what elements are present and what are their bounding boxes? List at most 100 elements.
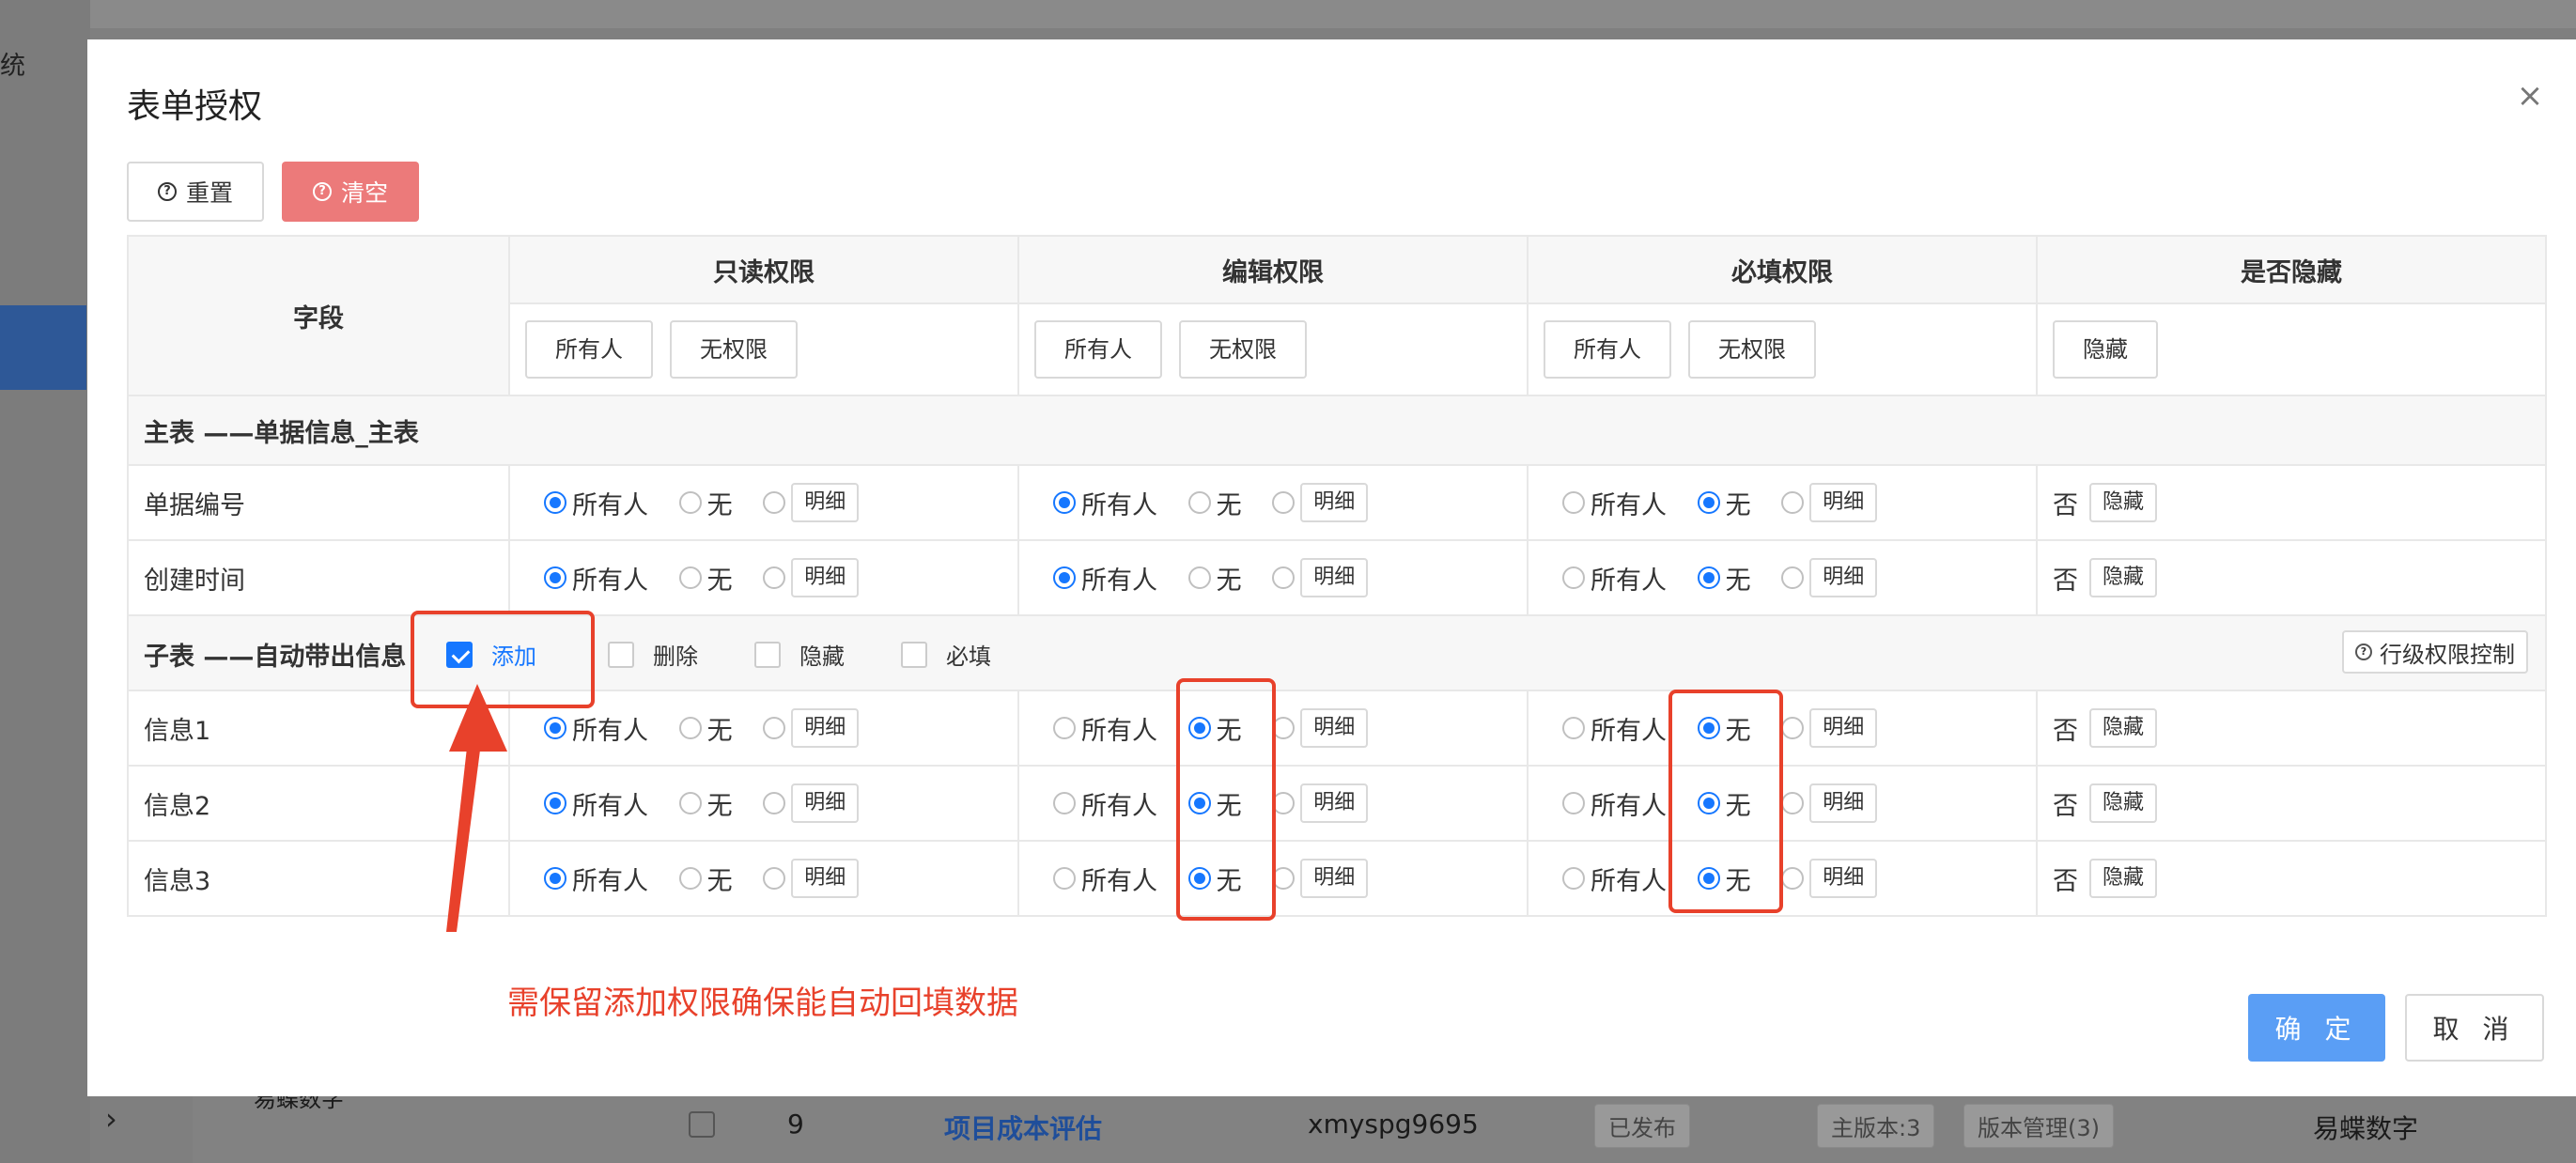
required-detail-button[interactable]: 明细 [1809,558,1878,597]
readonly-none-option[interactable]: 无 [678,560,733,597]
required-all-option[interactable]: 所有人 [1562,861,1667,897]
edit-none-button[interactable]: 无权限 [1179,320,1307,379]
edit-none-option[interactable]: 无 [1187,710,1242,747]
required-all-radio[interactable] [1562,566,1585,589]
edit-all-option[interactable]: 所有人 [1053,710,1157,747]
readonly-detail-radio[interactable] [763,717,786,739]
edit-detail-option[interactable]: 明细 [1272,558,1369,597]
edit-all-option[interactable]: 所有人 [1053,861,1157,897]
hide-field-button[interactable]: 隐藏 [2089,783,2158,823]
required-detail-button[interactable]: 明细 [1809,708,1878,748]
readonly-all-option[interactable]: 所有人 [544,861,648,897]
readonly-none-radio[interactable] [678,566,702,589]
ok-button[interactable]: 确 定 [2248,994,2385,1062]
required-all-option[interactable]: 所有人 [1562,485,1667,521]
edit-detail-button[interactable]: 明细 [1300,483,1369,522]
required-none-option[interactable]: 无 [1697,485,1751,521]
readonly-none-option[interactable]: 无 [678,861,733,897]
readonly-all-button[interactable]: 所有人 [525,320,653,379]
required-all-option[interactable]: 所有人 [1562,560,1667,597]
edit-detail-button[interactable]: 明细 [1300,708,1369,748]
row-level-permission-button[interactable]: ? 行级权限控制 [2342,630,2528,674]
required-none-radio[interactable] [1697,792,1720,814]
required-detail-option[interactable]: 明细 [1781,783,1878,823]
edit-none-radio[interactable] [1187,792,1211,814]
readonly-all-option[interactable]: 所有人 [544,485,648,521]
edit-detail-radio[interactable] [1272,491,1296,514]
readonly-detail-radio[interactable] [763,867,786,890]
close-icon[interactable]: × [2509,75,2551,116]
readonly-detail-option[interactable]: 明细 [763,708,860,748]
required-detail-button[interactable]: 明细 [1809,859,1878,898]
hide-field-button[interactable]: 隐藏 [2089,483,2158,522]
edit-detail-option[interactable]: 明细 [1272,708,1369,748]
readonly-detail-option[interactable]: 明细 [763,859,860,898]
required-none-option[interactable]: 无 [1697,560,1751,597]
edit-detail-radio[interactable] [1272,867,1296,890]
readonly-none-radio[interactable] [678,792,702,814]
edit-all-option[interactable]: 所有人 [1053,560,1157,597]
readonly-none-option[interactable]: 无 [678,710,733,747]
edit-all-radio[interactable] [1053,792,1076,814]
edit-none-option[interactable]: 无 [1187,785,1242,822]
required-detail-radio[interactable] [1781,792,1805,814]
hide-field-button[interactable]: 隐藏 [2089,708,2158,748]
required-none-option[interactable]: 无 [1697,710,1751,747]
required-detail-radio[interactable] [1781,867,1805,890]
edit-all-option[interactable]: 所有人 [1053,485,1157,521]
readonly-none-radio[interactable] [678,717,702,739]
sub-add-checkbox[interactable] [446,641,473,668]
required-none-button[interactable]: 无权限 [1688,320,1816,379]
edit-all-radio[interactable] [1053,867,1076,890]
required-detail-radio[interactable] [1781,717,1805,739]
readonly-none-radio[interactable] [678,491,702,514]
readonly-none-option[interactable]: 无 [678,485,733,521]
required-detail-button[interactable]: 明细 [1809,483,1878,522]
required-none-radio[interactable] [1697,491,1720,514]
edit-none-option[interactable]: 无 [1187,560,1242,597]
reset-button[interactable]: ? 重置 [127,162,264,222]
edit-all-radio[interactable] [1053,491,1076,514]
edit-all-radio[interactable] [1053,717,1076,739]
sub-hide-checkbox-group[interactable]: 隐藏 [754,638,845,671]
edit-detail-option[interactable]: 明细 [1272,483,1369,522]
required-none-radio[interactable] [1697,566,1720,589]
readonly-detail-option[interactable]: 明细 [763,483,860,522]
readonly-detail-radio[interactable] [763,566,786,589]
readonly-none-button[interactable]: 无权限 [670,320,798,379]
edit-none-option[interactable]: 无 [1187,485,1242,521]
readonly-detail-radio[interactable] [763,491,786,514]
required-detail-button[interactable]: 明细 [1809,783,1878,823]
edit-all-option[interactable]: 所有人 [1053,785,1157,822]
required-all-option[interactable]: 所有人 [1562,710,1667,747]
readonly-all-radio[interactable] [544,566,566,589]
sub-delete-checkbox-group[interactable]: 删除 [608,638,698,671]
edit-detail-option[interactable]: 明细 [1272,783,1369,823]
required-none-option[interactable]: 无 [1697,785,1751,822]
readonly-all-option[interactable]: 所有人 [544,560,648,597]
required-detail-option[interactable]: 明细 [1781,708,1878,748]
required-all-radio[interactable] [1562,717,1585,739]
edit-detail-button[interactable]: 明细 [1300,859,1369,898]
edit-none-option[interactable]: 无 [1187,861,1242,897]
required-detail-option[interactable]: 明细 [1781,483,1878,522]
edit-detail-radio[interactable] [1272,566,1296,589]
edit-all-button[interactable]: 所有人 [1034,320,1162,379]
sub-hide-checkbox[interactable] [754,641,781,668]
hide-all-button[interactable]: 隐藏 [2053,320,2158,379]
required-all-radio[interactable] [1562,491,1585,514]
chevron-right-icon[interactable]: › [105,1101,117,1137]
edit-detail-button[interactable]: 明细 [1300,558,1369,597]
edit-none-radio[interactable] [1187,717,1211,739]
readonly-detail-button[interactable]: 明细 [791,483,860,522]
required-detail-option[interactable]: 明细 [1781,859,1878,898]
edit-detail-button[interactable]: 明细 [1300,783,1369,823]
required-detail-option[interactable]: 明细 [1781,558,1878,597]
required-all-option[interactable]: 所有人 [1562,785,1667,822]
clear-button[interactable]: ? 清空 [282,162,419,222]
required-all-radio[interactable] [1562,792,1585,814]
readonly-all-radio[interactable] [544,717,566,739]
edit-none-radio[interactable] [1187,491,1211,514]
cancel-button[interactable]: 取 消 [2405,994,2544,1062]
readonly-detail-option[interactable]: 明细 [763,783,860,823]
